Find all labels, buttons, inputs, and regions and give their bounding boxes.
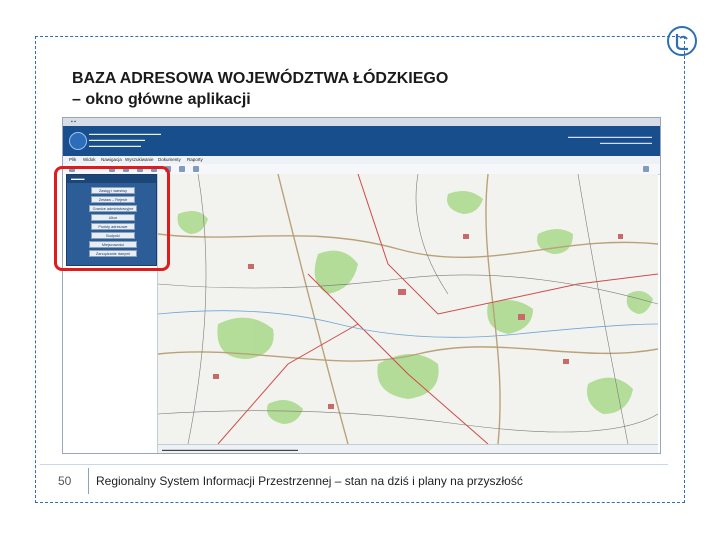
menu-item-navigation[interactable]: Nawigacja	[101, 156, 122, 164]
menu-item-file[interactable]: Plik	[69, 156, 76, 164]
print-icon[interactable]	[179, 166, 185, 172]
menu-item-view[interactable]: Widok	[83, 156, 96, 164]
menu-item-reports[interactable]: Raporty	[187, 156, 203, 164]
status-bar: ▬▬▬▬▬▬▬▬▬▬▬▬▬▬▬▬▬▬▬▬▬▬▬▬▬▬▬▬▬▬▬▬▬▬	[158, 444, 658, 453]
refresh-icon[interactable]	[193, 166, 199, 172]
footer-text: Regionalny System Informacji Przestrzenn…	[96, 474, 523, 488]
map-view[interactable]	[158, 174, 658, 444]
app-banner: ▬▬▬▬▬▬▬▬▬▬▬▬▬▬▬▬▬▬ ▬▬▬▬▬▬▬▬▬▬▬▬▬▬ ▬▬▬▬▬▬…	[63, 126, 660, 156]
slide-title-line1: BAZA ADRESOWA WOJEWÓDZTWA ŁÓDZKIEGO	[72, 70, 449, 87]
menu-item-search[interactable]: Wyszukiwanie	[125, 156, 153, 164]
sidebar-highlight-frame	[54, 166, 170, 271]
footer-separator	[88, 468, 89, 494]
brand-logo-icon	[667, 26, 697, 56]
slide-title-line2: – okno główne aplikacji	[72, 91, 251, 108]
slide-title: BAZA ADRESOWA WOJEWÓDZTWA ŁÓDZKIEGO – ok…	[72, 68, 448, 110]
settings-icon[interactable]	[643, 166, 649, 172]
page-number: 50	[58, 474, 72, 488]
map-canvas	[158, 174, 658, 444]
menu-item-documents[interactable]: Dokumenty	[158, 156, 181, 164]
app-logo-icon	[69, 132, 87, 150]
footer-rule	[40, 464, 668, 465]
